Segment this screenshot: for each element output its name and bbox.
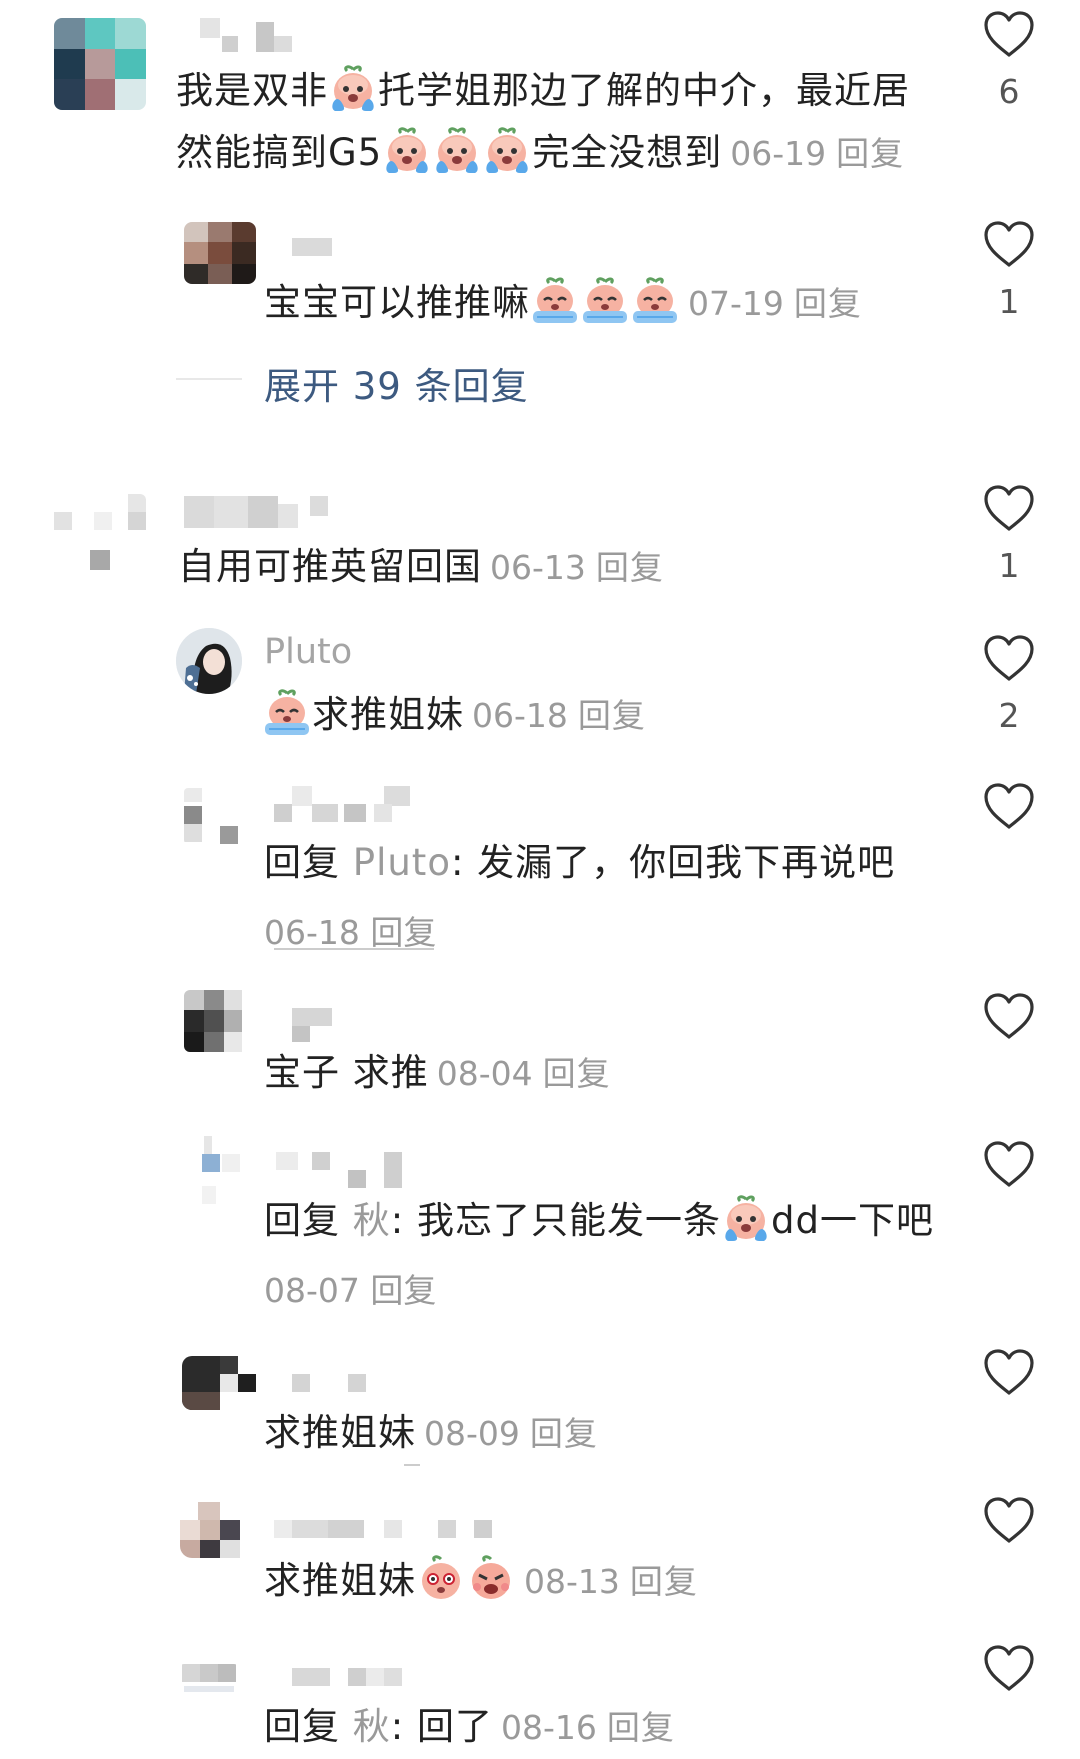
heart-outline-icon[interactable] (982, 1644, 1036, 1692)
comment-date: 06-13 (490, 548, 586, 587)
reply-button[interactable]: 回复 (794, 284, 862, 323)
avatar[interactable] (182, 1356, 258, 1410)
username-blurred[interactable] (292, 236, 332, 258)
username-blurred[interactable] (274, 786, 424, 824)
like-count: 6 (998, 72, 1020, 111)
avatar[interactable] (184, 990, 258, 1052)
heart-outline-icon[interactable] (982, 484, 1036, 532)
reply-button[interactable]: 回复 (630, 1562, 698, 1601)
heart-outline-icon[interactable] (982, 1496, 1036, 1544)
username-blurred[interactable] (292, 1008, 332, 1042)
comment-date: 08-13 (524, 1562, 620, 1601)
username-blurred[interactable] (292, 1374, 372, 1394)
comment-text: 回复 Pluto: 发漏了，你回我下再说吧 (264, 841, 896, 884)
crying-emoji-icon (483, 127, 531, 175)
avatar[interactable] (184, 788, 242, 844)
comment-date: 07-19 (688, 284, 784, 323)
heart-outline-icon[interactable] (982, 220, 1036, 268)
avatar[interactable] (54, 18, 146, 110)
comment-text: 求推姐妹 08-13 回复 (264, 1550, 698, 1613)
username-blurred[interactable] (274, 1520, 494, 1540)
avatar[interactable] (54, 494, 146, 570)
comment-text: 求推姐妹 06-18 回复 (262, 684, 646, 747)
reply-button[interactable]: 回复 (578, 696, 646, 735)
crying-emoji-icon (433, 127, 481, 175)
comment-meta: 08-07 回复 (264, 1264, 436, 1312)
crying-emoji-icon (531, 277, 579, 325)
comment-date: 08-16 (501, 1708, 597, 1747)
heart-outline-icon[interactable] (982, 1348, 1036, 1396)
reply-button[interactable]: 回复 (543, 1054, 611, 1093)
reply-button[interactable]: 回复 (370, 913, 436, 952)
comment-date: 06-18 (472, 696, 568, 735)
reply-button[interactable]: 回复 (836, 134, 904, 173)
avatar[interactable] (184, 222, 256, 284)
crying-emoji-icon (631, 277, 679, 325)
heart-outline-icon[interactable] (982, 782, 1036, 830)
expand-divider (176, 378, 242, 380)
reply-button[interactable]: 回复 (607, 1708, 675, 1747)
comment-text: 回复 秋: 我忘了只能发一条 dd一下吧 (264, 1190, 934, 1252)
reply-button[interactable]: 回复 (530, 1414, 598, 1453)
avatar[interactable] (198, 1136, 258, 1206)
crying-emoji-icon (329, 65, 377, 113)
like-count: 1 (998, 282, 1020, 321)
heart-outline-icon[interactable] (982, 10, 1036, 58)
comment-text-line2: 然能搞到G5 完全没想到 06-19 回复 (176, 122, 904, 185)
heart-outline-icon[interactable] (982, 1140, 1036, 1188)
username[interactable]: Pluto (264, 632, 352, 672)
reply-button[interactable]: 回复 (596, 548, 664, 587)
reply-button[interactable]: 回复 (370, 1271, 436, 1310)
username-blurred[interactable] (292, 1668, 418, 1688)
pluto-avatar-icon (176, 628, 242, 694)
comment-text: 宝子 求推 08-04 回复 (264, 1051, 611, 1094)
like-count: 2 (998, 696, 1020, 735)
comment-meta: 06-18 回复 (264, 906, 436, 954)
comment-text: 我是双非 托学姐那边了解的中介，最近居 (176, 60, 910, 122)
comment-date: 08-07 (264, 1271, 360, 1310)
reply-to-user[interactable]: 秋 (353, 1199, 391, 1242)
comment-date: 06-19 (730, 134, 827, 173)
comment-date: 08-09 (424, 1414, 520, 1453)
crying-emoji-icon (581, 277, 629, 325)
crying-emoji-icon (722, 1195, 770, 1243)
expand-replies-button[interactable]: 展开 39 条回复 (264, 356, 529, 410)
avatar[interactable] (180, 1502, 258, 1558)
comment-text: 回复 秋: 回了 08-16 回复 (264, 1705, 675, 1748)
comment-date: 06-18 (264, 913, 360, 952)
angry-emoji-icon (467, 1555, 515, 1603)
crying-emoji-icon (263, 689, 311, 737)
comment-date: 08-04 (436, 1054, 533, 1093)
shocked-emoji-icon (417, 1555, 465, 1603)
username-blurred[interactable] (200, 18, 296, 52)
like-count: 1 (998, 546, 1020, 585)
comment-text: 自用可推英留回国 06-13 回复 (178, 545, 664, 588)
username-blurred[interactable] (276, 1152, 402, 1192)
partial-divider (274, 948, 434, 950)
username-blurred[interactable] (184, 494, 334, 530)
crying-emoji-icon (383, 127, 431, 175)
comment-text: 宝宝可以推推嘛 07-19 回复 (264, 272, 862, 335)
avatar[interactable] (176, 628, 242, 694)
heart-outline-icon[interactable] (982, 634, 1036, 682)
avatar[interactable] (180, 1664, 238, 1704)
partial-divider (404, 1464, 420, 1466)
comment-text: 求推姐妹 08-09 回复 (264, 1411, 598, 1454)
reply-to-user[interactable]: Pluto (353, 841, 451, 884)
heart-outline-icon[interactable] (982, 992, 1036, 1040)
